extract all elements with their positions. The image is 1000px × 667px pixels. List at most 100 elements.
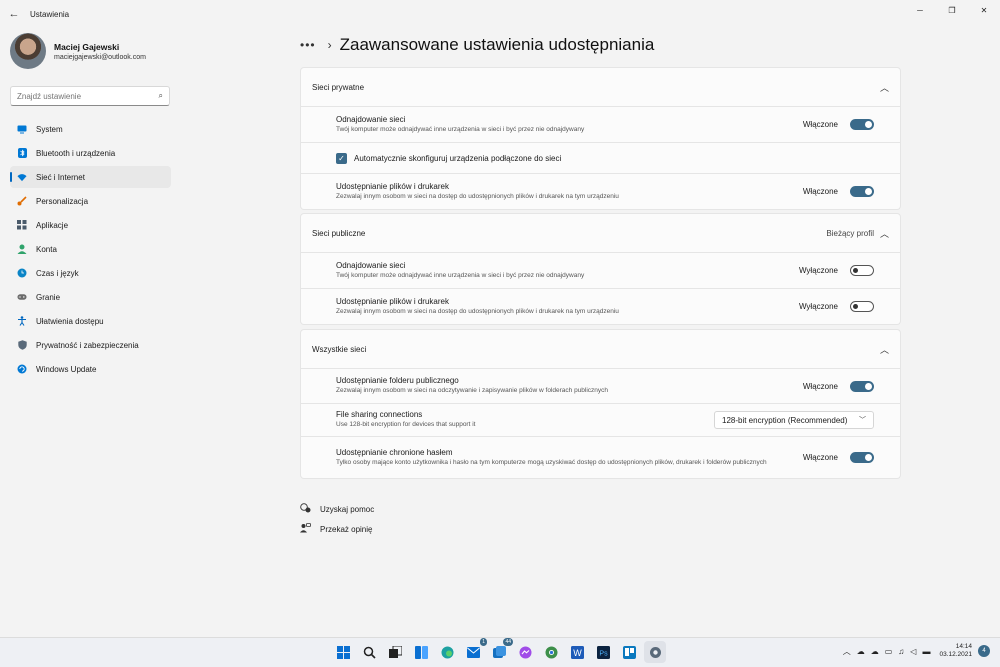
clock-time: 14:14 <box>955 643 972 650</box>
setting-row-private-sharing: Udostępnianie plików i drukarek Zezwalaj… <box>300 174 901 210</box>
sidebar: Maciej Gajewski maciejgajewski@outlook.c… <box>0 28 180 382</box>
mail-badge: 1 <box>480 638 487 646</box>
public-sharing-toggle[interactable] <box>850 301 874 312</box>
sidebar-item-windows-update[interactable]: Windows Update <box>10 358 171 380</box>
sidebar-item-apps[interactable]: Aplikacje <box>10 214 171 236</box>
setting-title: Udostępnianie plików i drukarek <box>336 181 449 191</box>
section-header-private[interactable]: Sieci prywatne ︿ <box>300 67 901 107</box>
setting-row-public-folder: Udostępnianie folderu publicznego Zezwal… <box>300 369 901 404</box>
setting-row-private-autoconfig: ✓ Automatycznie skonfiguruj urządzenia p… <box>300 143 901 174</box>
section-header-public[interactable]: Sieci publiczne Bieżący profil ︿ <box>300 213 901 253</box>
public-discovery-toggle[interactable] <box>850 265 874 276</box>
messenger-icon[interactable] <box>514 641 536 663</box>
private-sharing-toggle[interactable] <box>850 186 874 197</box>
get-help-link[interactable]: Uzyskaj pomoc <box>300 499 902 519</box>
teams-badge: 44 <box>503 638 513 646</box>
toggle-state-label: Włączone <box>802 187 838 196</box>
sidebar-item-bluetooth[interactable]: Bluetooth i urządzenia <box>10 142 171 164</box>
word-icon[interactable]: W <box>566 641 588 663</box>
encryption-dropdown[interactable]: 128-bit encryption (Recommended) ﹀ <box>714 411 874 429</box>
public-folder-toggle[interactable] <box>850 380 874 392</box>
cloud-icon[interactable]: ☁ <box>871 647 879 656</box>
bluetooth-icon <box>17 148 27 158</box>
update-icon <box>17 364 27 374</box>
sidebar-item-accessibility[interactable]: Ułatwienia dostępu <box>10 310 171 332</box>
settings-app-icon[interactable] <box>644 641 666 663</box>
setting-description: Tylko osoby mające konto użytkownika i h… <box>336 458 767 466</box>
teams-icon[interactable]: 44 <box>488 638 513 663</box>
profile-email: maciejgajewski@outlook.com <box>54 53 146 61</box>
give-feedback-link[interactable]: Przekaż opinię <box>300 519 902 539</box>
mail-icon[interactable]: 1 <box>462 638 487 663</box>
sidebar-nav: System Bluetooth i urządzenia Sieć i Int… <box>0 118 180 380</box>
sidebar-item-personalization[interactable]: Personalizacja <box>10 190 171 212</box>
widgets-icon[interactable] <box>410 641 432 663</box>
sidebar-item-accounts[interactable]: Konta <box>10 238 171 260</box>
feedback-icon <box>300 523 312 535</box>
maximize-icon[interactable]: ❐ <box>936 0 968 20</box>
task-view-icon[interactable] <box>384 641 406 663</box>
title-bar: ← Ustawienia ─ ❐ ✕ <box>0 0 1000 28</box>
password-protected-toggle[interactable] <box>850 452 874 463</box>
sidebar-item-label: Sieć i Internet <box>36 172 85 182</box>
toggle-state-label: Wyłączone <box>798 266 838 275</box>
setting-row-file-sharing-connections: File sharing connections Use 128-bit enc… <box>300 404 901 437</box>
photoshop-icon[interactable]: Ps <box>592 641 614 663</box>
sidebar-item-label: Czas i język <box>36 268 79 278</box>
setting-description: Twój komputer może odnajdywać inne urząd… <box>336 271 585 279</box>
autoconfig-checkbox[interactable]: ✓ <box>336 152 347 164</box>
start-icon[interactable] <box>332 641 354 663</box>
user-profile[interactable]: Maciej Gajewski maciejgajewski@outlook.c… <box>0 28 180 74</box>
chevron-up-icon[interactable]: ︿ <box>843 646 851 657</box>
more-icon[interactable]: ••• <box>300 38 316 52</box>
volume-icon[interactable]: ◁ <box>910 647 916 656</box>
mic-icon[interactable]: ♫ <box>898 647 904 656</box>
close-icon[interactable]: ✕ <box>968 0 1000 20</box>
help-links: Uzyskaj pomoc Przekaż opinię <box>300 499 902 539</box>
section-title: Sieci prywatne <box>312 82 365 92</box>
clock[interactable]: 14:14 03.12.2021 <box>939 643 972 660</box>
app-title: Ustawienia <box>30 9 70 19</box>
back-arrow-icon[interactable]: ← <box>0 0 28 28</box>
chevron-up-icon[interactable]: ︿ <box>880 227 889 240</box>
private-discovery-toggle[interactable] <box>850 119 874 130</box>
sidebar-item-label: Granie <box>36 292 61 302</box>
setting-description: Zezwalaj innym osobom w sieci na dostęp … <box>336 192 619 200</box>
chevron-up-icon[interactable]: ︿ <box>880 81 889 94</box>
current-profile-label: Bieżący profil <box>826 228 874 238</box>
search-input[interactable] <box>17 91 159 101</box>
setting-description: Zezwalaj innym osobom w sieci na dostęp … <box>336 307 619 315</box>
minimize-icon[interactable]: ─ <box>904 0 936 20</box>
toggle-state-label: Włączone <box>802 453 838 462</box>
trello-icon[interactable] <box>618 641 640 663</box>
sidebar-item-label: Windows Update <box>36 364 97 374</box>
sidebar-item-gaming[interactable]: Granie <box>10 286 171 308</box>
link-label: Przekaż opinię <box>320 524 373 534</box>
notifications-badge[interactable]: 4 <box>978 645 990 658</box>
search-icon[interactable] <box>358 641 380 663</box>
sidebar-item-label: Ułatwienia dostępu <box>36 316 104 326</box>
taskbar-apps: 1 44 W Ps <box>330 638 668 663</box>
sidebar-item-time-language[interactable]: Czas i język <box>10 262 171 284</box>
monitor-icon[interactable]: ▭ <box>885 647 893 656</box>
window-controls: ─ ❐ ✕ <box>904 0 1000 20</box>
photoshop-icon-label: Ps <box>599 650 608 657</box>
toggle-state-label: Włączone <box>802 381 838 391</box>
edge-icon[interactable] <box>436 641 458 663</box>
sidebar-item-label: Prywatność i zabezpieczenia <box>36 340 139 350</box>
search-icon[interactable]: ⌕ <box>159 91 163 101</box>
section-header-all[interactable]: Wszystkie sieci ︿ <box>300 329 901 369</box>
chrome-icon[interactable] <box>540 641 562 663</box>
onedrive-icon[interactable]: ☁ <box>857 647 865 656</box>
section-private-networks: Sieci prywatne ︿ Odnajdowanie sieci Twój… <box>300 67 901 210</box>
gamepad-icon <box>17 292 27 302</box>
battery-icon[interactable]: ▬ <box>922 647 930 656</box>
sidebar-item-system[interactable]: System <box>10 118 171 140</box>
sidebar-item-network[interactable]: Sieć i Internet <box>10 166 171 188</box>
sidebar-item-label: Bluetooth i urządzenia <box>36 148 116 158</box>
sidebar-item-privacy[interactable]: Prywatność i zabezpieczenia <box>10 334 171 356</box>
chevron-down-icon: ﹀ <box>859 417 866 424</box>
chevron-up-icon[interactable]: ︿ <box>880 343 889 356</box>
setting-description: Twój komputer może odnajdywać inne urząd… <box>336 125 585 133</box>
setting-title: Odnajdowanie sieci <box>336 114 406 124</box>
